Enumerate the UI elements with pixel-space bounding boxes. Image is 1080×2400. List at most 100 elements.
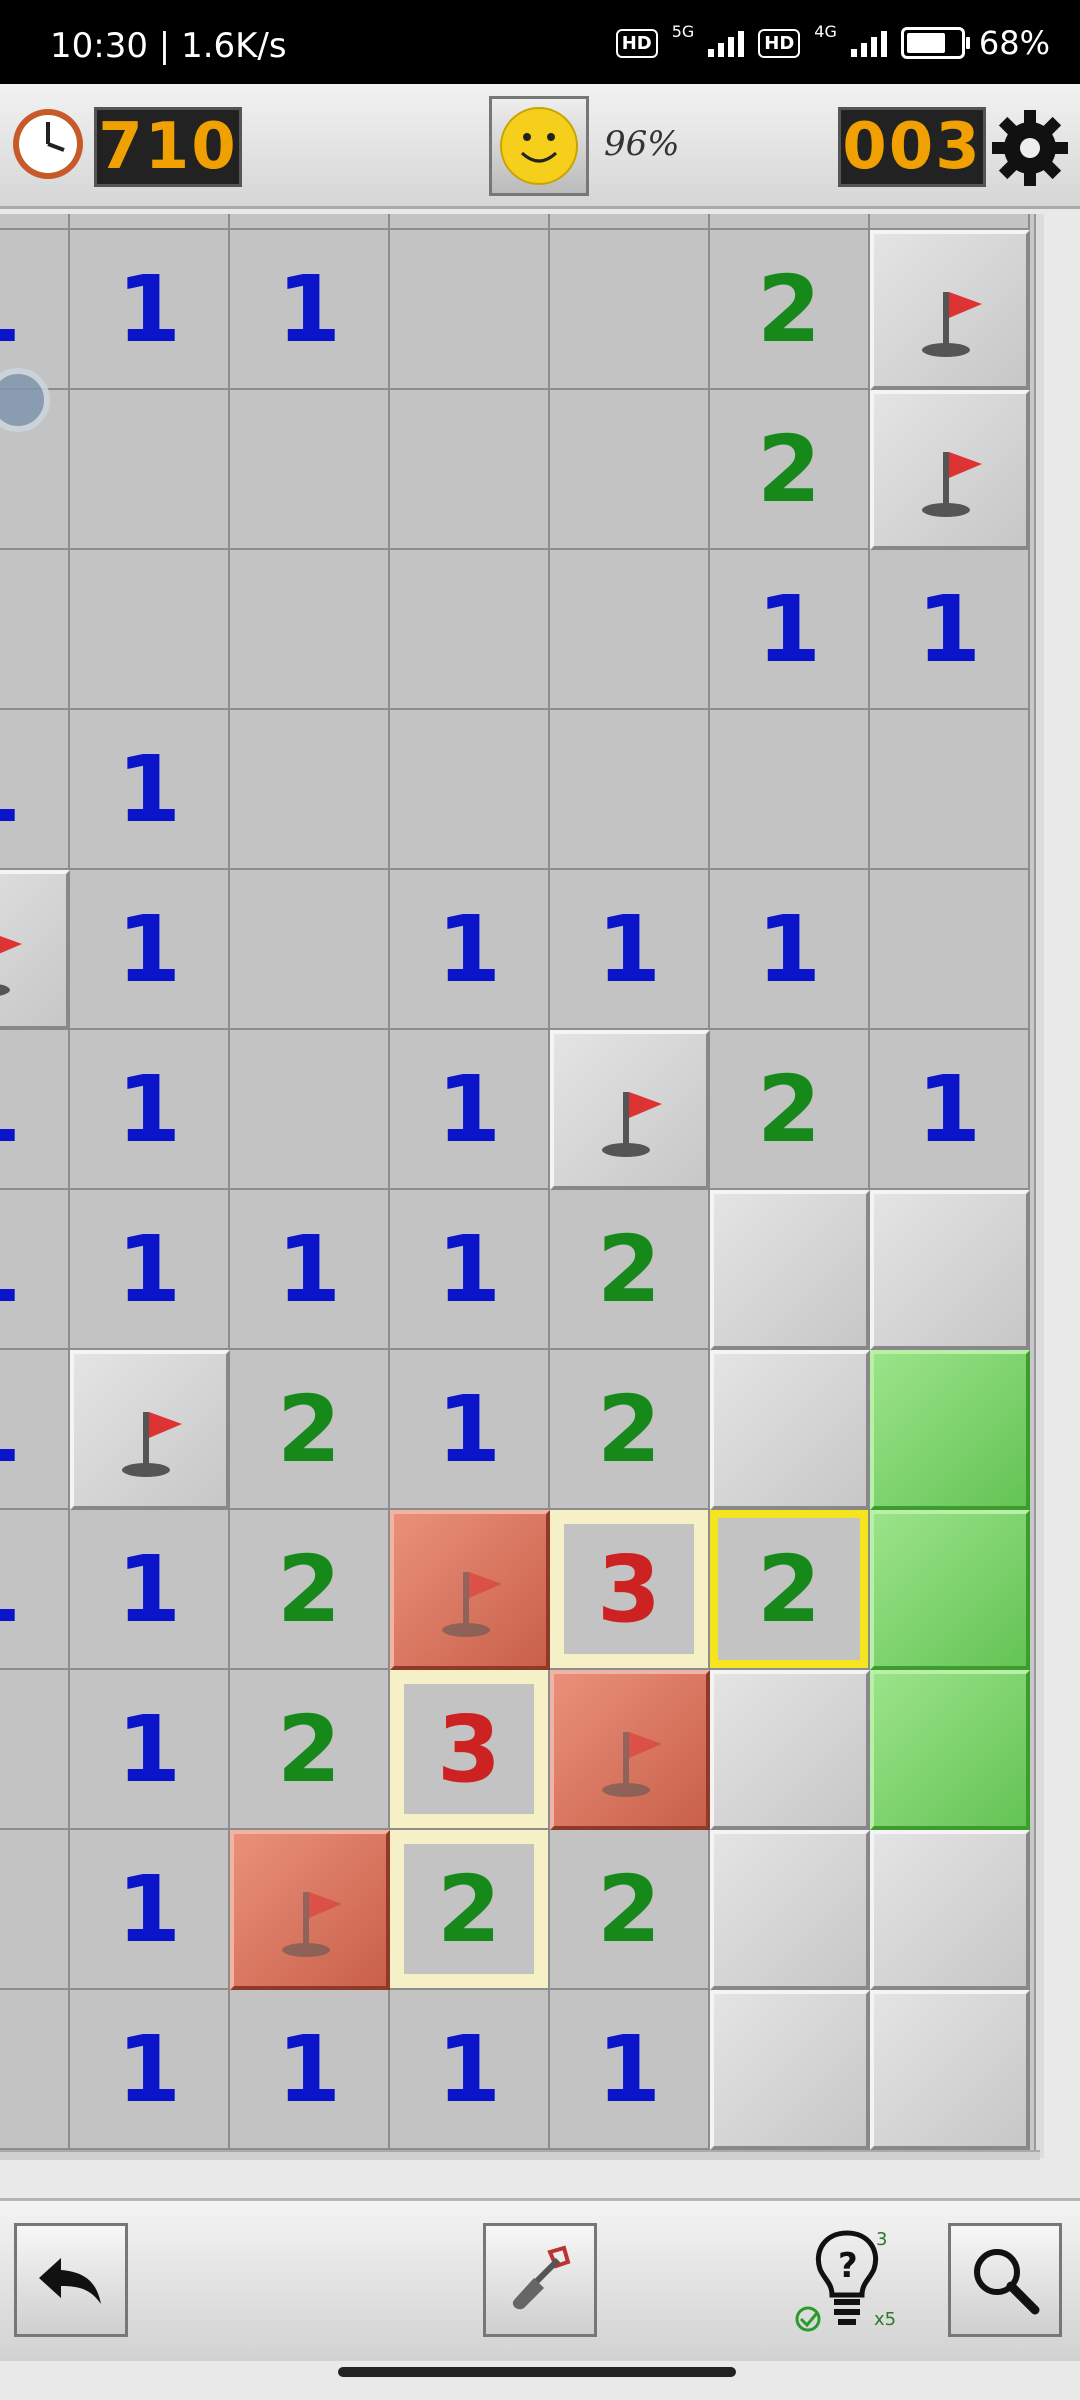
board-cell[interactable] bbox=[390, 214, 550, 230]
smiley-button[interactable] bbox=[489, 96, 589, 196]
board-cell[interactable] bbox=[390, 390, 550, 550]
board-cell[interactable] bbox=[550, 390, 710, 550]
board-cell[interactable]: 2 bbox=[710, 1030, 870, 1190]
board-cell[interactable]: 3 bbox=[390, 1670, 550, 1830]
board-cell[interactable]: 1 bbox=[390, 1990, 550, 2150]
flagged-cell[interactable] bbox=[0, 870, 70, 1030]
board-cell[interactable]: 1 bbox=[390, 1030, 550, 1190]
covered-cell[interactable] bbox=[870, 1990, 1030, 2150]
board-cell[interactable] bbox=[230, 214, 390, 230]
board-cell[interactable] bbox=[390, 230, 550, 390]
board-cell[interactable]: 1 bbox=[390, 870, 550, 1030]
board-cell[interactable] bbox=[0, 1990, 70, 2150]
board-cell[interactable]: 1 bbox=[0, 710, 70, 870]
red-flagged-cell[interactable] bbox=[550, 1670, 710, 1830]
board-cell[interactable] bbox=[0, 1830, 70, 1990]
flagged-cell[interactable] bbox=[870, 230, 1030, 390]
board-cell[interactable] bbox=[230, 550, 390, 710]
board-cell[interactable]: 1 bbox=[70, 1830, 230, 1990]
scrollbar[interactable] bbox=[1034, 214, 1044, 2158]
board-cell[interactable] bbox=[70, 390, 230, 550]
covered-cell[interactable] bbox=[710, 1990, 870, 2150]
undo-button[interactable] bbox=[14, 2223, 128, 2337]
board-cell[interactable] bbox=[0, 214, 70, 230]
board-cell[interactable] bbox=[0, 550, 70, 710]
board-cell[interactable]: 1 bbox=[70, 1990, 230, 2150]
board-cell[interactable]: 1 bbox=[0, 1030, 70, 1190]
covered-cell[interactable] bbox=[710, 1350, 870, 1510]
board-cell[interactable] bbox=[550, 230, 710, 390]
board-cell[interactable]: 2 bbox=[390, 1830, 550, 1990]
board-cell[interactable]: 1 bbox=[70, 1190, 230, 1350]
board-cell[interactable] bbox=[390, 710, 550, 870]
board-cell[interactable]: 1 bbox=[390, 1350, 550, 1510]
board-cell[interactable] bbox=[710, 214, 870, 230]
dig-button[interactable] bbox=[483, 2223, 597, 2337]
board-cell[interactable] bbox=[230, 1030, 390, 1190]
board-cell[interactable] bbox=[390, 550, 550, 710]
board-cell[interactable]: 1 bbox=[390, 1190, 550, 1350]
board-cell[interactable]: 2 bbox=[230, 1510, 390, 1670]
board-cell[interactable] bbox=[550, 214, 710, 230]
board-cell[interactable]: 1 bbox=[550, 1990, 710, 2150]
board-cell[interactable]: 2 bbox=[710, 390, 870, 550]
home-indicator[interactable] bbox=[338, 2367, 736, 2377]
board-cell[interactable] bbox=[870, 710, 1030, 870]
board-cell[interactable]: 1 bbox=[70, 1510, 230, 1670]
board-cell[interactable]: 1 bbox=[230, 230, 390, 390]
board-cell[interactable] bbox=[70, 214, 230, 230]
flagged-cell[interactable] bbox=[550, 1030, 710, 1190]
board-cell[interactable]: 1 bbox=[550, 870, 710, 1030]
flagged-cell[interactable] bbox=[870, 390, 1030, 550]
board-cell[interactable] bbox=[0, 1670, 70, 1830]
board-cell[interactable] bbox=[230, 390, 390, 550]
board-cell[interactable]: 2 bbox=[550, 1830, 710, 1990]
board-cell[interactable] bbox=[870, 214, 1030, 230]
cell-number: 1 bbox=[916, 575, 981, 683]
covered-cell[interactable] bbox=[710, 1670, 870, 1830]
board-cell[interactable]: 1 bbox=[70, 870, 230, 1030]
board-cell[interactable] bbox=[870, 870, 1030, 1030]
board-cell[interactable]: 1 bbox=[0, 1510, 70, 1670]
red-flagged-cell[interactable] bbox=[390, 1510, 550, 1670]
covered-cell[interactable] bbox=[710, 1830, 870, 1990]
red-flagged-cell[interactable] bbox=[230, 1830, 390, 1990]
hint-bulb-icon[interactable]: ? 3 x5 bbox=[792, 2221, 902, 2341]
board-cell[interactable]: 1 bbox=[0, 1190, 70, 1350]
board-cell[interactable]: 1 bbox=[0, 1350, 70, 1510]
board-cell[interactable]: 1 bbox=[710, 550, 870, 710]
board-cell[interactable] bbox=[710, 710, 870, 870]
board-cell[interactable]: 1 bbox=[70, 230, 230, 390]
covered-cell[interactable] bbox=[710, 1190, 870, 1350]
board-cell[interactable]: 1 bbox=[710, 870, 870, 1030]
green-cell[interactable] bbox=[870, 1350, 1030, 1510]
green-cell[interactable] bbox=[870, 1510, 1030, 1670]
board-cell[interactable] bbox=[550, 550, 710, 710]
flagged-cell[interactable] bbox=[70, 1350, 230, 1510]
board-cell[interactable]: 2 bbox=[550, 1190, 710, 1350]
zoom-button[interactable] bbox=[948, 2223, 1062, 2337]
board-cell[interactable]: 2 bbox=[710, 1510, 870, 1670]
board-cell[interactable]: 2 bbox=[230, 1670, 390, 1830]
board-cell[interactable]: 2 bbox=[230, 1350, 390, 1510]
board-cell[interactable]: 1 bbox=[0, 230, 70, 390]
green-cell[interactable] bbox=[870, 1670, 1030, 1830]
board-cell[interactable]: 1 bbox=[70, 1670, 230, 1830]
board-cell[interactable]: 1 bbox=[230, 1190, 390, 1350]
board-cell[interactable]: 1 bbox=[70, 1030, 230, 1190]
covered-cell[interactable] bbox=[870, 1830, 1030, 1990]
board-cell[interactable] bbox=[230, 870, 390, 1030]
board-cell[interactable]: 3 bbox=[550, 1510, 710, 1670]
board-cell[interactable]: 2 bbox=[710, 230, 870, 390]
board-cell[interactable] bbox=[230, 710, 390, 870]
board-cell[interactable]: 1 bbox=[230, 1990, 390, 2150]
covered-cell[interactable] bbox=[870, 1190, 1030, 1350]
board-cell[interactable]: 1 bbox=[870, 1030, 1030, 1190]
board-cell[interactable]: 2 bbox=[550, 1350, 710, 1510]
board-cell[interactable] bbox=[550, 710, 710, 870]
board-cell[interactable]: 1 bbox=[870, 550, 1030, 710]
mines-counter: 003 bbox=[838, 107, 986, 187]
board-cell[interactable]: 1 bbox=[70, 710, 230, 870]
board-cell[interactable] bbox=[70, 550, 230, 710]
gear-icon[interactable] bbox=[990, 108, 1070, 188]
